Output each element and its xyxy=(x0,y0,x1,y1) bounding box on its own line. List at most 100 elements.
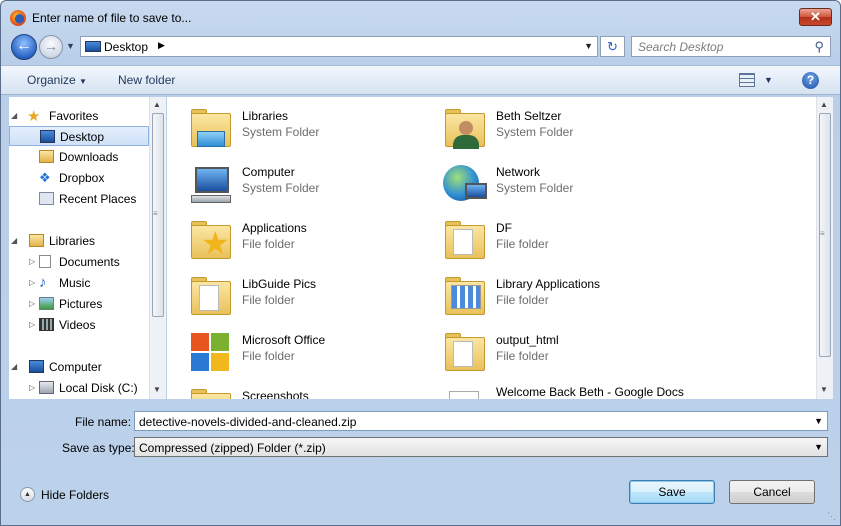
star-icon: ★ xyxy=(27,108,41,125)
dialog-title: Enter name of file to save to... xyxy=(32,11,192,25)
desktop-icon xyxy=(85,41,101,52)
help-button[interactable]: ? xyxy=(802,72,819,89)
address-bar[interactable]: Desktop ▶ ▼ xyxy=(80,36,598,57)
chevron-down-icon[interactable]: ▼ xyxy=(814,416,823,426)
file-name: LibGuide Pics xyxy=(242,277,317,291)
scroll-down-icon[interactable]: ▼ xyxy=(153,385,161,394)
scroll-up-icon[interactable]: ▲ xyxy=(153,100,161,109)
search-icon[interactable]: ⚲ xyxy=(814,39,824,55)
file-item-screenshots[interactable]: Screenshots xyxy=(187,383,437,399)
recent-locations-dropdown[interactable]: ▼ xyxy=(66,41,75,51)
expand-icon[interactable]: ▷ xyxy=(29,278,35,287)
refresh-button[interactable]: ↻ xyxy=(600,36,625,57)
scroll-up-icon[interactable]: ▲ xyxy=(820,100,828,109)
sidebar-libraries[interactable]: ◢ Libraries xyxy=(9,231,149,251)
chevron-down-icon: ▼ xyxy=(79,77,87,86)
file-item-output-html[interactable]: output_html File folder xyxy=(441,327,691,379)
save-button[interactable]: Save xyxy=(629,480,715,504)
star-folder-icon: ★ xyxy=(187,217,235,265)
scroll-down-icon[interactable]: ▼ xyxy=(820,385,828,394)
file-type: File folder xyxy=(496,349,549,363)
forward-button[interactable]: → xyxy=(39,35,63,59)
file-item-microsoft-office[interactable]: Microsoft Office File folder xyxy=(187,327,437,379)
file-name: Network xyxy=(496,165,541,179)
view-options-icon[interactable] xyxy=(739,73,755,87)
file-name: Library Applications xyxy=(496,277,601,291)
folder-icon xyxy=(441,273,489,321)
sidebar-item-local-disk[interactable]: ▷ Local Disk (C:) xyxy=(9,378,149,398)
desktop-icon xyxy=(40,130,55,143)
sidebar-item-label: Local Disk (C:) xyxy=(59,381,138,395)
file-item-applications[interactable]: ★ Applications File folder xyxy=(187,215,437,267)
sidebar-item-desktop[interactable]: Desktop xyxy=(9,126,149,146)
hide-folders-label: Hide Folders xyxy=(41,488,110,502)
file-item-df[interactable]: DF File folder xyxy=(441,215,691,267)
file-name-field[interactable]: detective-novels-divided-and-cleaned.zip… xyxy=(134,411,828,431)
file-name: Libraries xyxy=(242,109,289,123)
sidebar-item-documents[interactable]: ▷ Documents xyxy=(9,252,149,272)
save-type-value: Compressed (zipped) Folder (*.zip) xyxy=(139,441,326,455)
file-name-value[interactable]: detective-novels-divided-and-cleaned.zip xyxy=(139,415,356,429)
file-item-libraries[interactable]: Libraries System Folder xyxy=(187,103,437,155)
file-item-libguide-pics[interactable]: LibGuide Pics File folder xyxy=(187,271,437,323)
address-dropdown-icon[interactable]: ▼ xyxy=(584,41,593,51)
save-type-select[interactable]: Compressed (zipped) Folder (*.zip) ▼ xyxy=(134,437,828,457)
sidebar-item-downloads[interactable]: Downloads xyxy=(9,147,149,167)
organize-button[interactable]: Organize ▼ xyxy=(27,73,87,87)
dropbox-icon: ❖ xyxy=(39,170,51,185)
file-name: Beth Seltzer xyxy=(496,109,562,123)
expand-icon[interactable]: ▷ xyxy=(29,299,35,308)
file-item-library-applications[interactable]: Library Applications File folder xyxy=(441,271,691,323)
sidebar-item-pictures[interactable]: ▷ Pictures xyxy=(9,294,149,314)
address-location[interactable]: Desktop xyxy=(104,40,148,54)
computer-icon xyxy=(187,161,235,209)
navigation-pane: ◢ ★ Favorites Desktop Downloads ❖ Dropbo… xyxy=(9,97,166,399)
network-icon xyxy=(441,161,489,209)
file-list-scrollbar[interactable]: ▲ ≡ ▼ xyxy=(816,97,833,399)
documents-icon xyxy=(39,255,51,268)
file-name: Screenshots xyxy=(242,389,309,399)
cancel-button[interactable]: Cancel xyxy=(729,480,815,504)
firefox-icon xyxy=(10,10,26,26)
file-item-network[interactable]: Network System Folder xyxy=(441,159,691,211)
sidebar-item-dropbox[interactable]: ❖ Dropbox xyxy=(9,168,149,188)
expand-icon[interactable]: ▷ xyxy=(29,383,35,392)
expand-icon[interactable]: ▷ xyxy=(29,320,35,329)
file-type: File folder xyxy=(242,237,295,251)
file-item-computer[interactable]: Computer System Folder xyxy=(187,159,437,211)
file-item-beth-seltzer[interactable]: Beth Seltzer System Folder xyxy=(441,103,691,155)
file-type: File folder xyxy=(242,293,295,307)
expand-icon[interactable]: ▷ xyxy=(29,257,35,266)
navigation-scrollbar[interactable]: ▲ ≡ ▼ xyxy=(149,97,166,399)
sidebar-libraries-label: Libraries xyxy=(49,234,96,248)
search-input[interactable]: Search Desktop ⚲ xyxy=(631,36,831,57)
folder-icon xyxy=(441,329,489,377)
drive-icon xyxy=(39,381,54,394)
file-list: Libraries System Folder Beth Seltzer Sys… xyxy=(167,97,833,399)
sidebar-item-recent-places[interactable]: Recent Places xyxy=(9,189,149,209)
expand-icon[interactable]: ◢ xyxy=(11,362,17,371)
sidebar-favorites[interactable]: ◢ ★ Favorites xyxy=(9,106,149,126)
sidebar-item-label: Pictures xyxy=(59,297,103,311)
chevron-down-icon[interactable]: ▼ xyxy=(814,442,823,452)
file-name: Computer xyxy=(242,165,295,179)
file-item-google-doc[interactable]: Welcome Back Beth - Google Docs xyxy=(441,383,691,399)
sidebar-computer-label: Computer xyxy=(49,360,102,374)
back-button[interactable]: ← xyxy=(11,34,37,60)
close-button[interactable]: ✕ xyxy=(799,8,832,26)
view-dropdown-icon[interactable]: ▼ xyxy=(764,75,773,85)
sidebar-item-label: Desktop xyxy=(60,130,105,144)
sidebar-item-music[interactable]: ▷ ♪ Music xyxy=(9,273,149,293)
expand-icon[interactable]: ◢ xyxy=(11,111,17,120)
file-type: System Folder xyxy=(242,125,320,139)
sidebar-computer[interactable]: ◢ Computer xyxy=(9,357,149,377)
sidebar-item-videos[interactable]: ▷ Videos xyxy=(9,315,149,335)
file-name: Applications xyxy=(242,221,307,235)
sidebar-item-label: Dropbox xyxy=(59,171,105,185)
sidebar-item-label: Documents xyxy=(59,255,120,269)
resize-grip-icon[interactable]: ⋱ xyxy=(827,511,836,522)
new-folder-button[interactable]: New folder xyxy=(118,73,175,87)
chevron-right-icon[interactable]: ▶ xyxy=(158,40,165,51)
expand-icon[interactable]: ◢ xyxy=(11,236,17,245)
folder-icon xyxy=(187,273,235,321)
